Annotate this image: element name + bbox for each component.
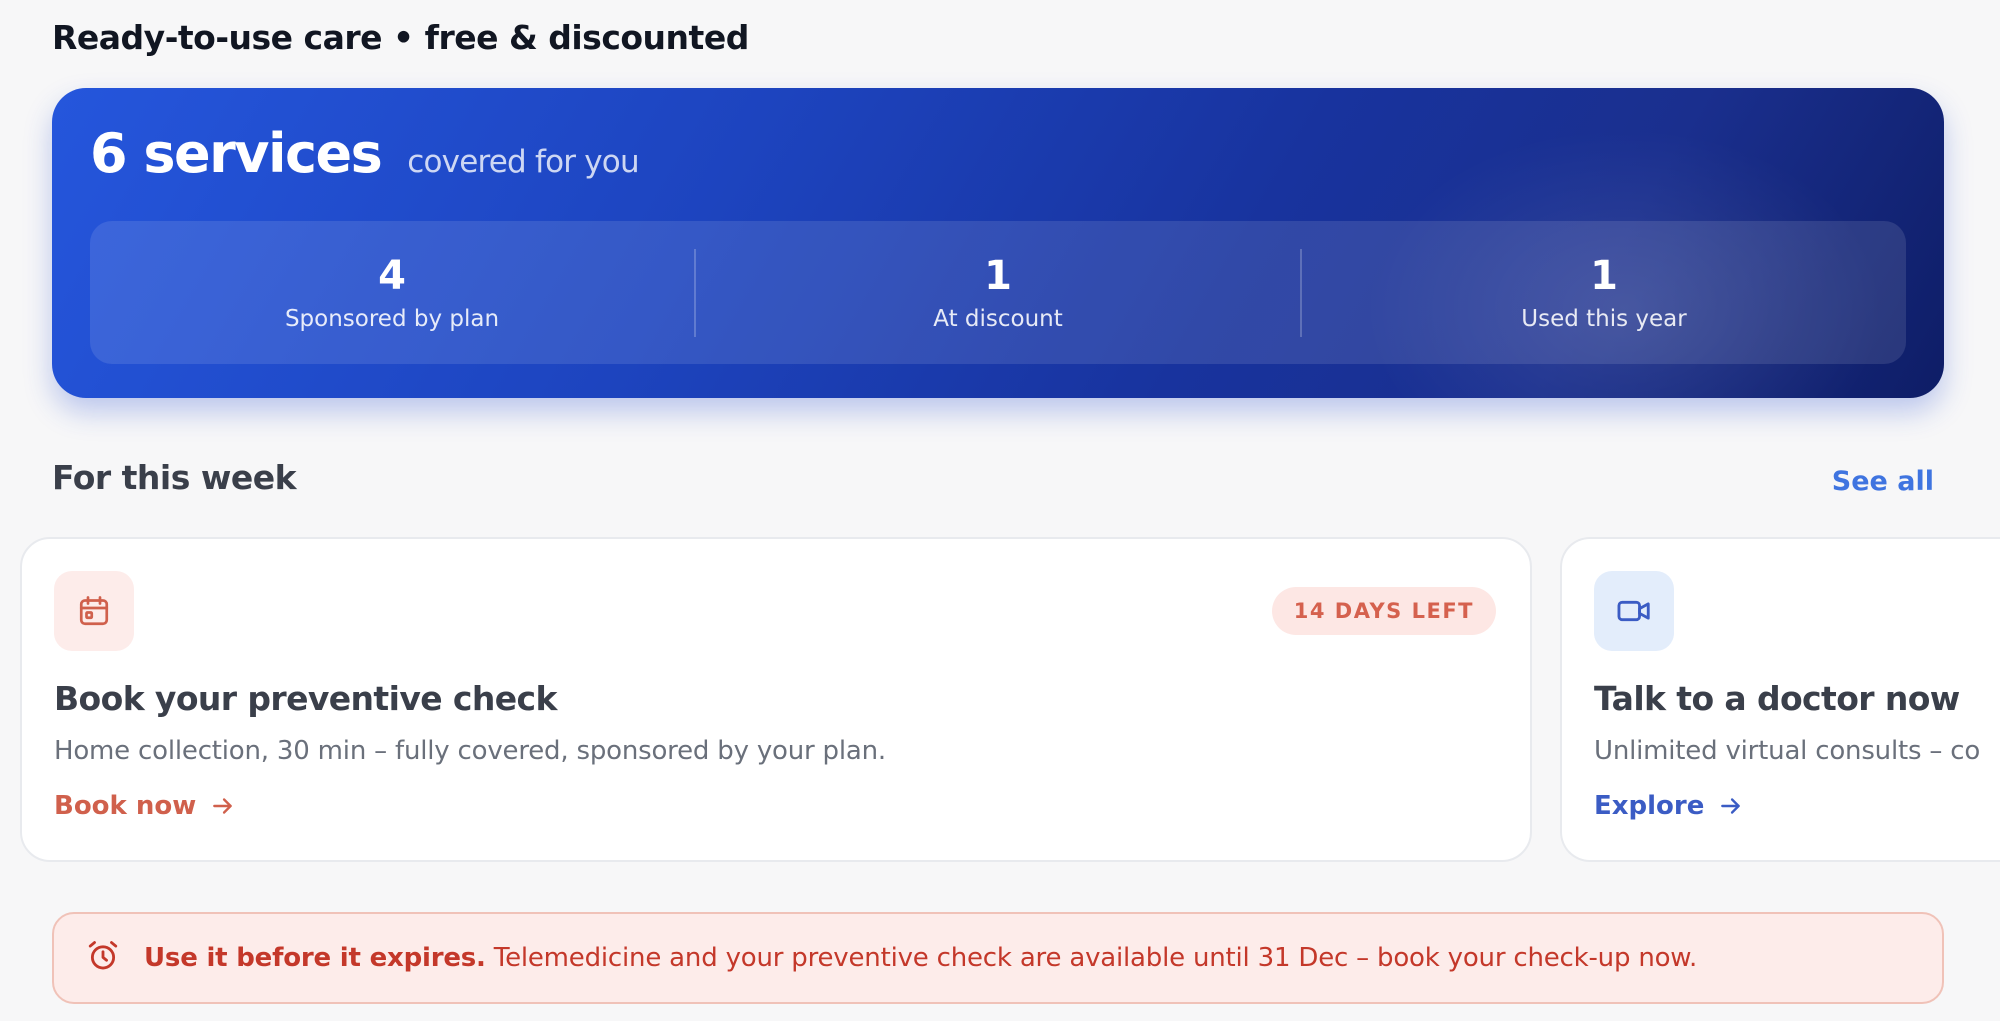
alarm-clock-icon [86, 939, 120, 977]
coverage-summary-card: 6 services covered for you 4 Sponsored b… [52, 88, 1944, 398]
coverage-title-row: 6 services covered for you [90, 122, 640, 185]
stat-discount: 1 At discount [694, 248, 1300, 337]
services-subtitle: covered for you [407, 144, 639, 180]
section-title: For this week [52, 458, 297, 497]
days-left-badge: 14 DAYS LEFT [1271, 587, 1496, 635]
video-camera-icon [1594, 571, 1674, 651]
book-now-link[interactable]: Book now [54, 791, 236, 821]
coverage-stats: 4 Sponsored by plan 1 At discount 1 Used… [90, 221, 1906, 364]
stat-label: Sponsored by plan [284, 305, 500, 332]
calendar-icon [54, 571, 134, 651]
page-title: Ready-to-use care • free & discounted [52, 18, 749, 57]
explore-link[interactable]: Explore [1594, 791, 1744, 821]
expiry-alert: Use it before it expires. Telemedicine a… [52, 912, 1944, 1004]
alert-strong-text: Use it before it expires. [144, 943, 486, 973]
see-all-link[interactable]: See all [1832, 466, 1934, 497]
alert-message: Use it before it expires. Telemedicine a… [144, 943, 1697, 973]
preventive-check-card[interactable]: 14 DAYS LEFT Book your preventive check … [20, 537, 1532, 862]
card-description: Home collection, 30 min – fully covered,… [54, 736, 886, 766]
arrow-right-icon [1721, 798, 1741, 814]
card-description: Unlimited virtual consults – co [1594, 736, 1981, 766]
stat-used: 1 Used this year [1300, 248, 1906, 337]
stat-label: Used this year [1521, 305, 1687, 332]
arrow-right-icon [213, 798, 233, 814]
stat-value: 1 [984, 252, 1012, 299]
services-count: 6 services [90, 122, 383, 185]
stat-value: 4 [378, 252, 406, 299]
stat-label: At discount [933, 305, 1063, 332]
card-title: Book your preventive check [54, 679, 557, 718]
stat-value: 1 [1590, 252, 1618, 299]
cta-label: Explore [1594, 791, 1705, 821]
telemedicine-card[interactable]: Talk to a doctor now Unlimited virtual c… [1560, 537, 2000, 862]
cta-label: Book now [54, 791, 197, 821]
stat-sponsored: 4 Sponsored by plan [90, 249, 694, 337]
alert-body-text: Telemedicine and your preventive check a… [485, 943, 1698, 973]
card-title: Talk to a doctor now [1594, 679, 1960, 718]
